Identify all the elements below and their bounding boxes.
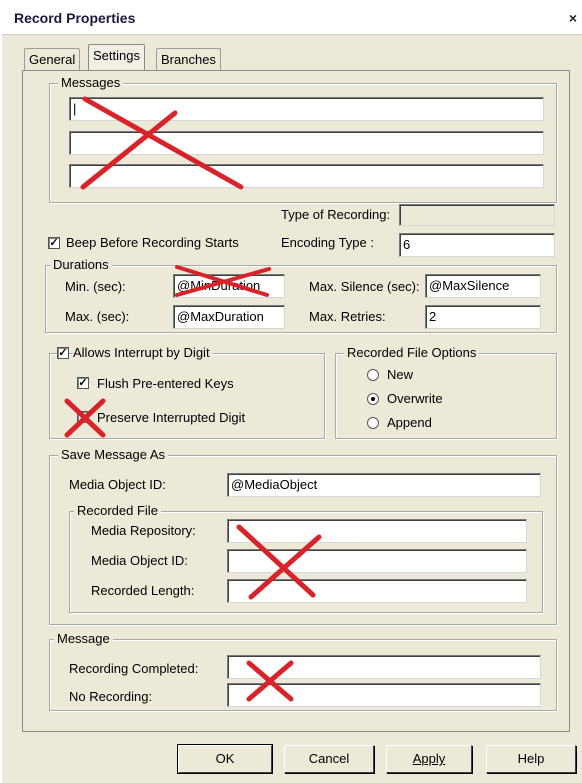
recording-completed-label: Recording Completed: [69, 661, 199, 676]
recorded-file-legend: Recorded File [74, 503, 161, 518]
max-silence-label: Max. Silence (sec): [309, 279, 420, 294]
media-object-id-field[interactable]: @MediaObject [227, 473, 541, 497]
recorded-length-field[interactable] [227, 579, 527, 603]
max-retries-field[interactable]: 2 [425, 305, 541, 329]
media-repository-label: Media Repository: [91, 523, 196, 538]
message-legend: Message [54, 631, 113, 646]
min-duration-field[interactable]: @MinDuration [173, 274, 285, 298]
file-options-legend: Recorded File Options [344, 345, 480, 360]
tab-settings[interactable]: Settings [88, 44, 145, 70]
min-sec-label: Min. (sec): [65, 279, 126, 294]
media-object-id-label: Media Object ID: [69, 477, 166, 492]
dialog-title: Record Properties [14, 10, 136, 26]
radio-append[interactable] [367, 417, 379, 429]
apply-label: Apply [412, 751, 446, 766]
preserve-digit-checkbox[interactable] [77, 411, 89, 423]
media-repository-field[interactable] [227, 519, 527, 543]
radio-append-label: Append [387, 415, 432, 430]
recorded-media-object-id-field[interactable] [227, 549, 527, 573]
recording-completed-field[interactable] [227, 655, 541, 679]
message-line-2[interactable] [69, 131, 544, 155]
recorded-length-label: Recorded Length: [91, 583, 195, 598]
radio-new[interactable] [367, 369, 379, 381]
message-line-1[interactable]: | [69, 97, 544, 121]
beep-checkbox[interactable]: ✓ [48, 237, 60, 249]
cancel-button[interactable]: Cancel [284, 745, 374, 773]
record-properties-dialog: Record Properties × General Settings Bra… [2, 0, 582, 783]
durations-legend: Durations [50, 257, 112, 272]
preserve-digit-label: Preserve Interrupted Digit [97, 410, 246, 425]
interrupt-group [49, 353, 325, 439]
radio-new-label: New [387, 367, 414, 382]
ok-button[interactable]: OK [177, 744, 273, 774]
recorded-media-object-id-label: Media Object ID: [91, 553, 188, 568]
type-of-recording-label: Type of Recording: [281, 207, 391, 222]
beep-label: Beep Before Recording Starts [66, 235, 239, 250]
save-message-legend: Save Message As [58, 447, 169, 462]
no-recording-label: No Recording: [69, 689, 153, 704]
apply-button[interactable]: Apply [386, 745, 472, 773]
encoding-type-field[interactable]: 6 [399, 233, 555, 257]
message-line-3[interactable] [69, 164, 544, 188]
max-silence-field[interactable]: @MaxSilence [425, 274, 541, 298]
title-bar: Record Properties × [2, 0, 582, 35]
tab-branches[interactable]: Branches [156, 48, 221, 70]
no-recording-field[interactable] [227, 683, 541, 707]
max-retries-label: Max. Retries: [309, 309, 386, 324]
max-sec-label: Max. (sec): [65, 309, 130, 324]
tab-general[interactable]: General [24, 48, 81, 70]
close-icon[interactable]: × [566, 10, 580, 26]
help-button[interactable]: Help [486, 745, 576, 773]
flush-keys-checkbox[interactable]: ✓ [77, 377, 89, 389]
radio-overwrite-label: Overwrite [387, 391, 443, 406]
max-duration-field[interactable]: @MaxDuration [173, 305, 285, 329]
encoding-type-label: Encoding Type : [281, 235, 374, 250]
radio-overwrite[interactable] [367, 393, 379, 405]
radio-selected-dot [371, 397, 375, 401]
type-of-recording-field [399, 204, 555, 226]
allows-interrupt-label: Allows Interrupt by Digit [73, 345, 213, 360]
settings-panel: Messages | Type of Recording: ✓ Beep Bef… [22, 70, 570, 732]
flush-keys-label: Flush Pre-entered Keys [97, 376, 234, 391]
allows-interrupt-checkbox[interactable]: ✓ [57, 347, 69, 359]
messages-legend: Messages [58, 75, 124, 90]
